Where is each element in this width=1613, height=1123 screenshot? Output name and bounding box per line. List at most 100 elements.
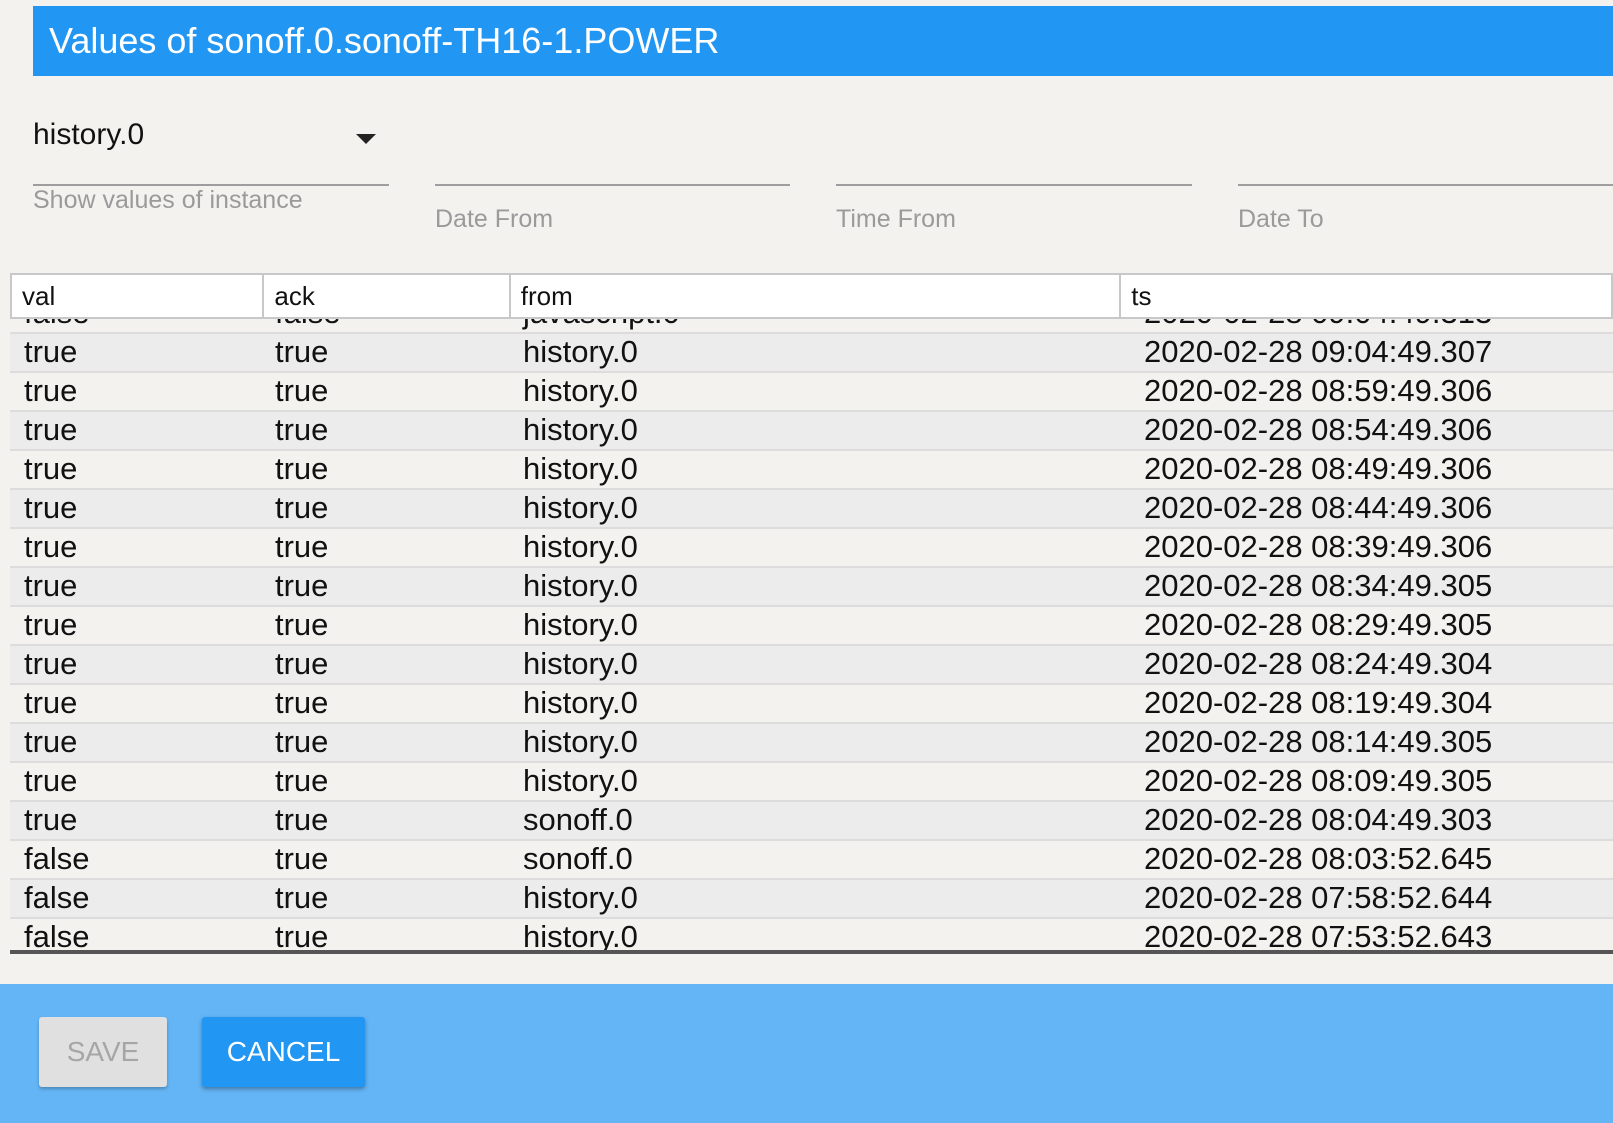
table-body: false false javascript.0 2020-02-28 09:0… — [10, 295, 1613, 955]
cell-ts: 2020-02-28 08:44:49.306 — [1144, 490, 1493, 525]
cell-ack: true — [275, 724, 329, 759]
cell-val: true — [24, 685, 78, 720]
cell-val: true — [24, 763, 78, 798]
cell-ts: 2020-02-28 08:09:49.305 — [1144, 763, 1493, 798]
cell-val: true — [24, 802, 78, 837]
date-from-underline — [435, 184, 790, 186]
cell-ts: 2020-02-28 08:03:52.645 — [1144, 841, 1493, 876]
cell-ack: true — [275, 763, 329, 798]
cell-val: true — [24, 646, 78, 681]
cell-ack: true — [275, 646, 329, 681]
cell-from: sonoff.0 — [523, 802, 633, 837]
cell-ack: true — [275, 568, 329, 603]
cell-ts: 2020-02-28 08:19:49.304 — [1144, 685, 1493, 720]
cell-ts: 2020-02-28 09:04:49.307 — [1144, 334, 1493, 369]
cell-from: history.0 — [523, 685, 638, 720]
cancel-button[interactable]: CANCEL — [202, 1017, 365, 1087]
cell-ack: true — [275, 451, 329, 486]
date-from-field[interactable]: Date From — [435, 130, 790, 240]
caret-down-icon[interactable] — [356, 134, 376, 144]
cell-from: history.0 — [523, 373, 638, 408]
cell-ack: true — [275, 841, 329, 876]
table-header: val ack from ts — [10, 273, 1613, 319]
history-table[interactable]: val ack from ts false false javascript.0… — [10, 273, 1613, 955]
cell-val: true — [24, 529, 78, 564]
time-from-label: Time From — [836, 205, 956, 233]
table-row[interactable]: true true history.0 2020-02-28 08:39:49.… — [10, 529, 1613, 568]
table-row[interactable]: true true history.0 2020-02-28 08:44:49.… — [10, 490, 1613, 529]
instance-select-value[interactable]: history.0 — [33, 118, 144, 152]
dialog-title: Values of sonoff.0.sonoff-TH16-1.POWER — [33, 6, 1613, 76]
cell-from: history.0 — [523, 763, 638, 798]
table-row[interactable]: true true history.0 2020-02-28 08:59:49.… — [10, 373, 1613, 412]
table-row[interactable]: true true history.0 2020-02-28 08:29:49.… — [10, 607, 1613, 646]
dialog-actions: SAVE CANCEL — [0, 984, 1613, 1123]
table-bottom-divider — [10, 950, 1613, 954]
column-header-ack[interactable]: ack — [264, 275, 511, 317]
cell-val: false — [24, 841, 90, 876]
cell-from: history.0 — [523, 412, 638, 447]
table-row[interactable]: true true history.0 2020-02-28 08:14:49.… — [10, 724, 1613, 763]
cell-ts: 2020-02-28 08:59:49.306 — [1144, 373, 1493, 408]
date-from-label: Date From — [435, 205, 554, 233]
date-to-field[interactable]: Date To — [1238, 130, 1613, 240]
cell-ts: 2020-02-28 08:49:49.306 — [1144, 451, 1493, 486]
cell-ack: true — [275, 490, 329, 525]
cell-ts: 2020-02-28 08:54:49.306 — [1144, 412, 1493, 447]
time-from-field[interactable]: Time From — [836, 130, 1192, 240]
cell-from: history.0 — [523, 451, 638, 486]
cell-val: true — [24, 412, 78, 447]
cell-from: history.0 — [523, 880, 638, 915]
cell-ack: true — [275, 880, 329, 915]
cell-from: history.0 — [523, 646, 638, 681]
table-row[interactable]: true true history.0 2020-02-28 09:04:49.… — [10, 334, 1613, 373]
cell-val: true — [24, 490, 78, 525]
cell-ack: true — [275, 529, 329, 564]
cell-ts: 2020-02-28 08:04:49.303 — [1144, 802, 1493, 837]
table-row[interactable]: true true history.0 2020-02-28 08:09:49.… — [10, 763, 1613, 802]
table-row[interactable]: true true history.0 2020-02-28 08:34:49.… — [10, 568, 1613, 607]
cell-from: sonoff.0 — [523, 841, 633, 876]
cell-ack: true — [275, 802, 329, 837]
table-row[interactable]: true true sonoff.0 2020-02-28 08:04:49.3… — [10, 802, 1613, 841]
cell-val: true — [24, 373, 78, 408]
instance-select-label: Show values of instance — [33, 186, 303, 214]
cell-ack: true — [275, 607, 329, 642]
cell-val: true — [24, 451, 78, 486]
table-row[interactable]: true true history.0 2020-02-28 08:49:49.… — [10, 451, 1613, 490]
column-header-ts[interactable]: ts — [1121, 275, 1611, 317]
cell-val: true — [24, 334, 78, 369]
time-from-underline — [836, 184, 1192, 186]
cell-val: true — [24, 607, 78, 642]
cell-val: true — [24, 724, 78, 759]
cell-ts: 2020-02-28 08:14:49.305 — [1144, 724, 1493, 759]
column-header-val[interactable]: val — [12, 275, 265, 317]
table-row[interactable]: false true history.0 2020-02-28 07:58:52… — [10, 880, 1613, 919]
instance-select[interactable]: history.0 Show values of instance — [33, 118, 389, 228]
cell-from: history.0 — [523, 334, 638, 369]
cell-from: history.0 — [523, 490, 638, 525]
cell-ack: true — [275, 373, 329, 408]
cell-from: history.0 — [523, 568, 638, 603]
date-to-underline — [1238, 184, 1613, 186]
cell-ts: 2020-02-28 08:39:49.306 — [1144, 529, 1493, 564]
table-row[interactable]: true true history.0 2020-02-28 08:19:49.… — [10, 685, 1613, 724]
cell-from: history.0 — [523, 607, 638, 642]
cell-ack: true — [275, 685, 329, 720]
table-row[interactable]: true true history.0 2020-02-28 08:24:49.… — [10, 646, 1613, 685]
cell-ack: true — [275, 334, 329, 369]
cell-ts: 2020-02-28 08:34:49.305 — [1144, 568, 1493, 603]
cell-val: true — [24, 568, 78, 603]
table-row[interactable]: true true history.0 2020-02-28 08:54:49.… — [10, 412, 1613, 451]
cell-ack: true — [275, 412, 329, 447]
table-row[interactable]: false true sonoff.0 2020-02-28 08:03:52.… — [10, 841, 1613, 880]
date-to-label: Date To — [1238, 205, 1324, 233]
cell-ts: 2020-02-28 07:58:52.644 — [1144, 880, 1493, 915]
cell-ts: 2020-02-28 08:29:49.305 — [1144, 607, 1493, 642]
cell-val: false — [24, 880, 90, 915]
column-header-from[interactable]: from — [511, 275, 1122, 317]
cell-from: history.0 — [523, 724, 638, 759]
cell-ts: 2020-02-28 08:24:49.304 — [1144, 646, 1493, 681]
cell-from: history.0 — [523, 529, 638, 564]
save-button[interactable]: SAVE — [39, 1017, 167, 1087]
